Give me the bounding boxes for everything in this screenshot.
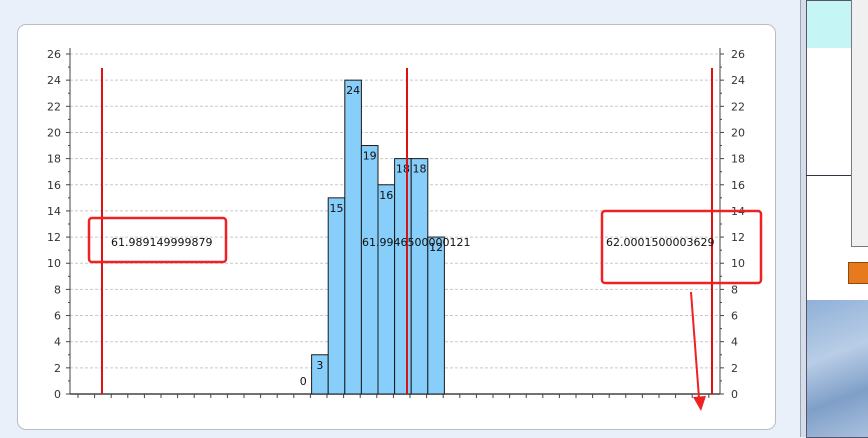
y-tick-label: 8 [54,283,61,296]
y-tick-label-right: 22 [731,100,745,113]
annotation-arrow-shaft [690,291,700,399]
histogram-bar [377,184,396,395]
y-tick-label: 10 [47,257,61,270]
y-tick-label: 6 [54,310,61,323]
y-tick-label-right: 26 [731,48,745,61]
y-tick-label-right: 6 [731,310,738,323]
bar-value-label: 0 [300,375,307,388]
y-tick-label: 2 [54,362,61,375]
y-tick-label-right: 10 [731,257,745,270]
y-tick-label-right: 20 [731,126,745,139]
y-tick-label-right: 8 [731,283,738,296]
y-tick-label: 20 [47,126,61,139]
y-tick-label: 16 [47,179,61,192]
y-tick-label-right: 0 [731,388,738,401]
y-tick-label: 24 [47,74,61,87]
y-tick-label: 26 [47,48,61,61]
bar-value-label: 3 [316,359,323,372]
histogram-bar [394,158,412,395]
reference-line-label: 61.989149999879 [111,236,212,249]
y-tick-label-right: 4 [731,336,738,349]
annotation-arrow-head [693,396,706,411]
y-tick-label-right: 2 [731,362,738,375]
y-tick-label-right: 24 [731,74,745,87]
y-tick-label-right: 16 [731,179,745,192]
y-tick-label: 4 [54,336,61,349]
y-tick-label: 22 [47,100,61,113]
y-tick-label: 12 [47,231,61,244]
bar-value-label: 19 [363,150,377,163]
bar-value-label: 16 [379,189,393,202]
histogram-bar [360,145,379,395]
histogram-bar [410,158,429,395]
bar-value-label: 15 [330,202,344,215]
histogram-bar [327,197,346,395]
y-tick-label-right: 18 [731,153,745,166]
histogram-bar [344,79,362,395]
bar-value-label: 24 [346,84,360,97]
reference-line-label: 62.0001500003629 [606,236,714,249]
y-tick-label-right: 12 [731,231,745,244]
bar-value-label: 18 [413,163,427,176]
histogram-chart: 0 02 24 46 68 810 1012 1214 1416 1618 1820 2022 2224… [47,48,763,411]
reference-line-label: 61.9946500000121 [362,236,470,249]
y-tick-label: 0 [54,388,61,401]
y-tick-label: 14 [47,205,61,218]
histogram-bar [427,236,445,395]
y-tick-label: 18 [47,153,61,166]
